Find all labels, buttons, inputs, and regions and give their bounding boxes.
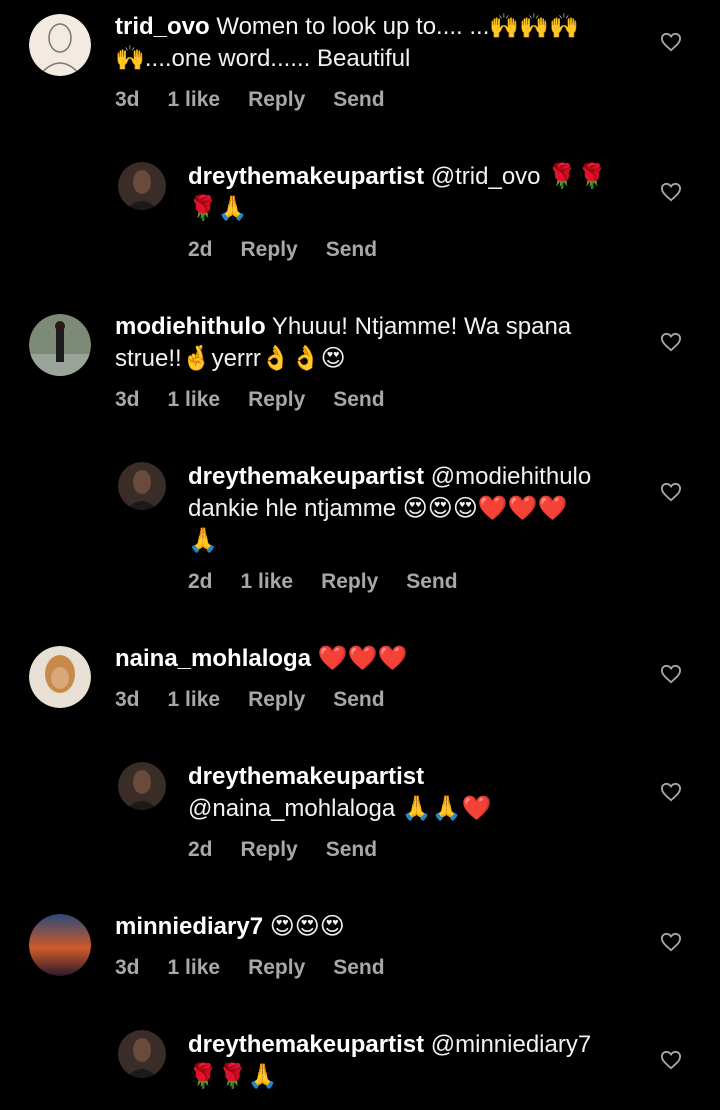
send-button[interactable]: Send xyxy=(333,688,384,712)
heart-outline-icon[interactable] xyxy=(660,182,682,202)
comment-time: 3d xyxy=(115,688,140,711)
reply-text: dreythemakeupartist @modiehithulo dankie… xyxy=(188,461,638,557)
heart-outline-icon[interactable] xyxy=(660,482,682,502)
send-button[interactable]: Send xyxy=(326,238,377,262)
comment-username[interactable]: minniediary7 xyxy=(115,913,263,940)
reply-body: @naina_mohlaloga 🙏🙏❤️ xyxy=(188,795,492,822)
comment-likes[interactable]: 1 like xyxy=(168,688,221,712)
avatar-modiehithulo[interactable] xyxy=(29,314,91,376)
reply-button[interactable]: Reply xyxy=(248,956,305,980)
reply-text: dreythemakeupartist @minniediary7 🌹🌹🙏 xyxy=(188,1029,638,1093)
heart-outline-icon[interactable] xyxy=(660,664,682,684)
comment-meta: 3d 1 like Reply Send xyxy=(115,88,413,112)
comment-body: ❤️❤️❤️ xyxy=(311,645,408,672)
reply-button[interactable]: Reply xyxy=(248,388,305,412)
avatar-dreythemakeupartist[interactable] xyxy=(118,162,166,210)
heart-outline-icon[interactable] xyxy=(660,332,682,352)
avatar-naina-mohlaloga[interactable] xyxy=(29,646,91,708)
send-button[interactable]: Send xyxy=(333,88,384,112)
comment-meta: 3d 1 like Reply Send xyxy=(115,388,413,412)
comment-text: trid_ovo Women to look up to.... ...🙌🙌🙌 … xyxy=(115,11,625,75)
reply-text: dreythemakeupartist @trid_ovo 🌹🌹 🌹🙏 xyxy=(188,161,638,225)
reply-username[interactable]: dreythemakeupartist xyxy=(188,463,424,490)
comment-time: 3d xyxy=(115,956,140,979)
comment-body: 😍😍😍 xyxy=(263,913,345,940)
comment-time: 3d xyxy=(115,88,140,111)
heart-outline-icon[interactable] xyxy=(660,1050,682,1070)
comment-username[interactable]: naina_mohlaloga xyxy=(115,645,311,672)
avatar-dreythemakeupartist[interactable] xyxy=(118,462,166,510)
comment-likes[interactable]: 1 like xyxy=(168,388,221,412)
avatar-dreythemakeupartist[interactable] xyxy=(118,1030,166,1078)
reply-text: dreythemakeupartist @naina_mohlaloga 🙏🙏❤… xyxy=(188,761,638,825)
comment-likes[interactable]: 1 like xyxy=(168,956,221,980)
send-button[interactable]: Send xyxy=(406,570,457,594)
comment-meta: 3d 1 like Reply Send xyxy=(115,688,413,712)
reply-time: 2d xyxy=(188,838,213,861)
send-button[interactable]: Send xyxy=(333,956,384,980)
reply-meta: 2d 1 like Reply Send xyxy=(188,570,486,594)
send-button[interactable]: Send xyxy=(333,388,384,412)
comment-username[interactable]: modiehithulo xyxy=(115,313,266,340)
reply-username[interactable]: dreythemakeupartist xyxy=(188,763,424,790)
reply-time: 2d xyxy=(188,238,213,261)
heart-outline-icon[interactable] xyxy=(660,32,682,52)
reply-button[interactable]: Reply xyxy=(321,570,378,594)
reply-button[interactable]: Reply xyxy=(241,238,298,262)
reply-likes[interactable]: 1 like xyxy=(241,570,294,594)
avatar-dreythemakeupartist[interactable] xyxy=(118,762,166,810)
reply-meta: 2d Reply Send xyxy=(188,238,405,262)
reply-button[interactable]: Reply xyxy=(241,838,298,862)
comment-username[interactable]: trid_ovo xyxy=(115,13,210,40)
comment-likes[interactable]: 1 like xyxy=(168,88,221,112)
reply-time: 2d xyxy=(188,570,213,593)
avatar-trid-ovo[interactable] xyxy=(29,14,91,76)
reply-username[interactable]: dreythemakeupartist xyxy=(188,163,424,190)
reply-button[interactable]: Reply xyxy=(248,688,305,712)
reply-button[interactable]: Reply xyxy=(248,88,305,112)
reply-meta: 2d Reply Send xyxy=(188,838,405,862)
comment-time: 3d xyxy=(115,388,140,411)
heart-outline-icon[interactable] xyxy=(660,782,682,802)
avatar-minniediary7[interactable] xyxy=(29,914,91,976)
comment-text: naina_mohlaloga ❤️❤️❤️ xyxy=(115,643,635,675)
comment-text: modiehithulo Yhuuu! Ntjamme! Wa spana st… xyxy=(115,311,635,375)
comment-text: minniediary7 😍😍😍 xyxy=(115,911,635,943)
reply-username[interactable]: dreythemakeupartist xyxy=(188,1031,424,1058)
send-button[interactable]: Send xyxy=(326,838,377,862)
comment-meta: 3d 1 like Reply Send xyxy=(115,956,413,980)
heart-outline-icon[interactable] xyxy=(660,932,682,952)
